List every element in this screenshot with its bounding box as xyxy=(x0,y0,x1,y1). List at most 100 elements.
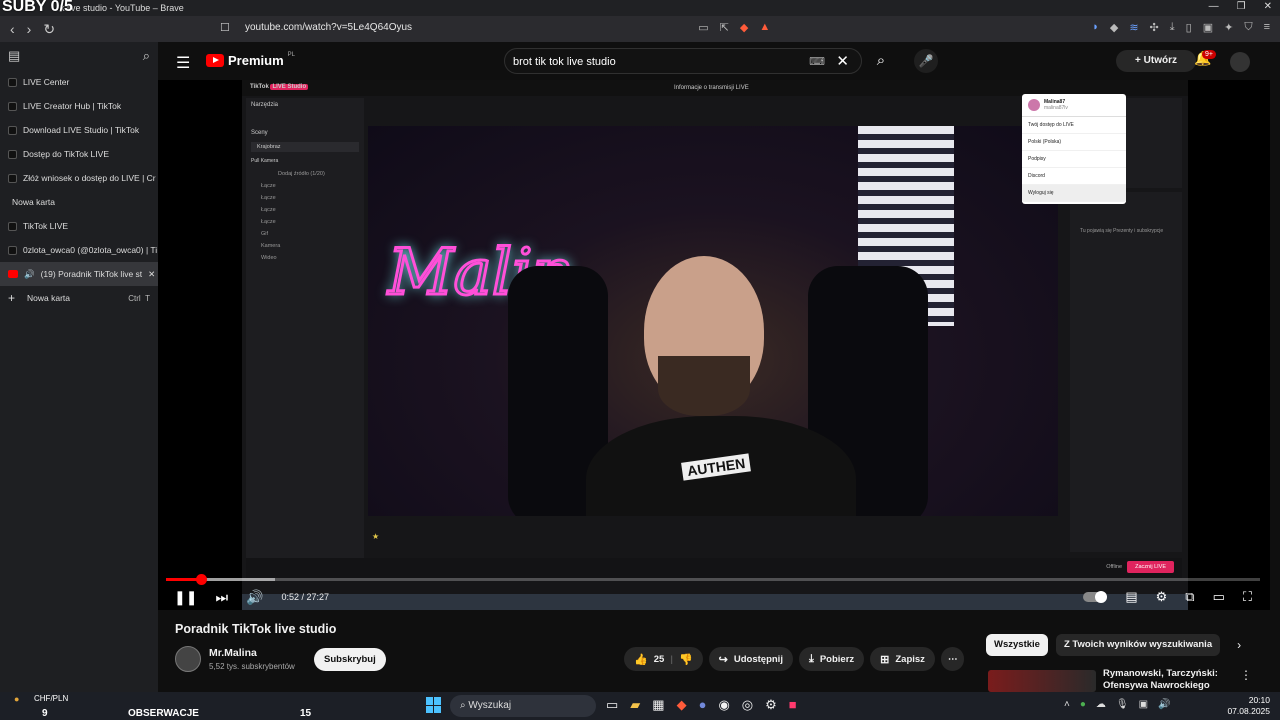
recommended-video[interactable]: Rymanowski, Tarczyński: Ofensywa Nawrock… xyxy=(988,668,1270,692)
tab-item[interactable]: LIVE Creator Hub | TikTok xyxy=(0,94,158,118)
youtube-premium-logo[interactable]: Premium PL xyxy=(206,52,295,68)
video-thumbnail[interactable] xyxy=(988,670,1096,692)
chevron-up-icon[interactable]: ˄ xyxy=(1064,699,1070,710)
settings-icon[interactable]: ⚙ xyxy=(1156,589,1168,605)
reload-icon[interactable]: ↻ xyxy=(43,21,55,38)
chevron-right-icon[interactable]: › xyxy=(1228,634,1250,656)
channel-name[interactable]: Mr.Malina xyxy=(209,647,257,659)
cast-icon[interactable]: ▭ xyxy=(698,21,708,34)
recommended-title[interactable]: Rymanowski, Tarczyński: Ofensywa Nawrock… xyxy=(1103,668,1233,692)
brave-rewards-icon[interactable]: ▲ xyxy=(759,21,770,34)
audio-icon[interactable]: 🔊 xyxy=(24,269,35,280)
autoplay-toggle[interactable] xyxy=(1083,591,1108,603)
extension-icon[interactable]: ◗ xyxy=(1092,21,1099,34)
stock-ticker-widget[interactable]: ● CHF/PLN 9 OBSERWACJE 15 xyxy=(10,694,320,720)
minimize-icon[interactable]: — xyxy=(1209,1,1219,12)
go-live-button[interactable]: Zacznij LIVE xyxy=(1127,561,1174,573)
discord-icon[interactable]: ● xyxy=(699,697,707,713)
translate-icon[interactable]: ≋ xyxy=(1129,21,1138,34)
file-explorer-icon[interactable]: ▰ xyxy=(630,697,640,713)
download-button[interactable]: ⤓ Pobierz xyxy=(798,647,865,671)
scrubber-handle[interactable] xyxy=(196,574,207,585)
clear-search-icon[interactable]: ✕ xyxy=(836,52,849,70)
progress-bar[interactable] xyxy=(166,574,1260,585)
save-button[interactable]: ⊞ Zapisz xyxy=(870,647,935,671)
url-field[interactable]: youtube.com/watch?v=5Le4Q64Oyus xyxy=(245,22,412,33)
bookmark-icon[interactable]: ☐ xyxy=(220,21,230,34)
miniplayer-icon[interactable]: ⧉ xyxy=(1185,589,1194,605)
speaker-icon[interactable]: 🔊 xyxy=(1158,699,1170,710)
leo-icon[interactable]: ✦ xyxy=(1224,21,1233,34)
tab-item[interactable]: LIVE Center xyxy=(0,70,158,94)
close-tab-icon[interactable]: ✕ xyxy=(148,269,155,280)
source-item[interactable]: Łącze xyxy=(246,216,364,228)
download-icon[interactable]: ⤓ xyxy=(1170,21,1175,34)
close-icon[interactable]: ✕ xyxy=(1264,1,1272,12)
fullscreen-icon[interactable]: ⛶ xyxy=(1243,589,1252,605)
source-item[interactable]: Gif xyxy=(246,228,364,240)
sidebar-panel-icon[interactable]: ▤ xyxy=(8,48,20,64)
menu-item-discord[interactable]: Discord xyxy=(1022,168,1126,185)
subscribe-button[interactable]: Subskrybuj xyxy=(314,648,386,671)
puzzle-icon[interactable]: ✣ xyxy=(1150,21,1159,34)
more-actions-button[interactable]: ⋯ xyxy=(940,647,965,671)
tab-item[interactable]: TikTok LIVE xyxy=(0,214,158,238)
store-icon[interactable]: ▦ xyxy=(652,697,664,713)
next-icon[interactable]: ⏭ xyxy=(215,589,228,606)
tiktok-app-icon[interactable]: ■ xyxy=(789,697,797,713)
menu-item-access[interactable]: Twój dostęp do LIVE xyxy=(1022,117,1126,134)
channel-avatar[interactable] xyxy=(175,646,201,672)
brave-shield-icon[interactable]: ◆ xyxy=(740,21,748,34)
brave-icon[interactable]: ◆ xyxy=(677,697,687,713)
sidebar-toggle-icon[interactable]: ▯ xyxy=(1186,21,1192,34)
onedrive-icon[interactable]: ☁ xyxy=(1096,699,1106,710)
share-button[interactable]: ↪ Udostępnij xyxy=(708,647,793,671)
system-clock[interactable]: 20:10 07.08.2025 xyxy=(1212,695,1270,717)
source-item[interactable]: Łącze xyxy=(246,192,364,204)
back-icon[interactable]: ‹ xyxy=(10,21,15,38)
app-icon[interactable]: ◎ xyxy=(742,697,753,713)
tab-item[interactable]: Złóż wniosek o dostęp do LIVE | Cr xyxy=(0,166,158,190)
create-button[interactable]: + Utwórz xyxy=(1116,50,1196,72)
network-icon[interactable]: ▣ xyxy=(1139,699,1148,710)
subtitles-icon[interactable]: ▤ xyxy=(1125,589,1137,605)
share-icon[interactable]: ⇱ xyxy=(720,21,729,34)
video-player[interactable]: TikTok LIVE Studio Informacje o transmis… xyxy=(158,80,1270,610)
steam-icon[interactable]: ◉ xyxy=(718,697,729,713)
source-item[interactable]: Łącze xyxy=(246,204,364,216)
keyboard-icon[interactable]: ⌨ xyxy=(809,55,825,68)
menu-item-logout[interactable]: Wyloguj się xyxy=(1022,185,1126,202)
tab-item-active[interactable]: 🔊 (19) Poradnik TikTok live st ✕ xyxy=(0,262,158,286)
forward-icon[interactable]: › xyxy=(27,21,32,38)
like-button[interactable]: 👍 25 | 👎 xyxy=(624,647,703,671)
microphone-tray-icon[interactable]: 🎙 xyxy=(1116,699,1129,710)
source-item[interactable]: Łącze xyxy=(246,180,364,192)
account-avatar[interactable] xyxy=(1230,52,1250,72)
tab-item[interactable]: Nowa karta xyxy=(0,190,158,214)
volume-icon[interactable]: 🔊 xyxy=(246,589,263,606)
menu-item-captions[interactable]: Podpisy xyxy=(1022,151,1126,168)
chip-all[interactable]: Wszystkie xyxy=(986,634,1048,656)
thumbs-down-icon[interactable]: 👎 xyxy=(679,653,693,666)
maximize-icon[interactable]: ❐ xyxy=(1237,1,1246,12)
search-tabs-icon[interactable]: ⌕ xyxy=(143,48,150,64)
search-icon[interactable]: ⌕ xyxy=(868,48,894,74)
taskbar-search[interactable]: ⌕ Wyszukaj xyxy=(450,695,596,717)
diamond-icon[interactable]: ◆ xyxy=(1110,21,1118,34)
tray-app-icon[interactable]: ● xyxy=(1080,699,1086,710)
microphone-icon[interactable]: 🎤 xyxy=(914,49,938,73)
new-tab-button[interactable]: + Nowa karta Ctrl T xyxy=(0,286,158,310)
hamburger-menu-icon[interactable]: ☰ xyxy=(176,53,190,73)
windows-start-icon[interactable] xyxy=(426,697,442,713)
settings-gear-icon[interactable]: ⚙ xyxy=(765,697,777,713)
menu-icon[interactable]: ≡ xyxy=(1264,21,1270,34)
wallet-icon[interactable]: ▣ xyxy=(1203,21,1213,34)
source-item[interactable]: Wideo xyxy=(246,252,364,264)
menu-item-language[interactable]: Polski (Polska) xyxy=(1022,134,1126,151)
pause-icon[interactable]: ❚❚ xyxy=(174,589,197,606)
search-input[interactable] xyxy=(513,53,813,70)
more-vert-icon[interactable]: ⋮ xyxy=(1240,668,1252,682)
tab-item[interactable]: 0zlota_owca0 (@0zlota_owca0) | Ti xyxy=(0,238,158,262)
vpn-icon[interactable]: ⛉ xyxy=(1244,21,1252,34)
source-item[interactable]: Kamera xyxy=(246,240,364,252)
